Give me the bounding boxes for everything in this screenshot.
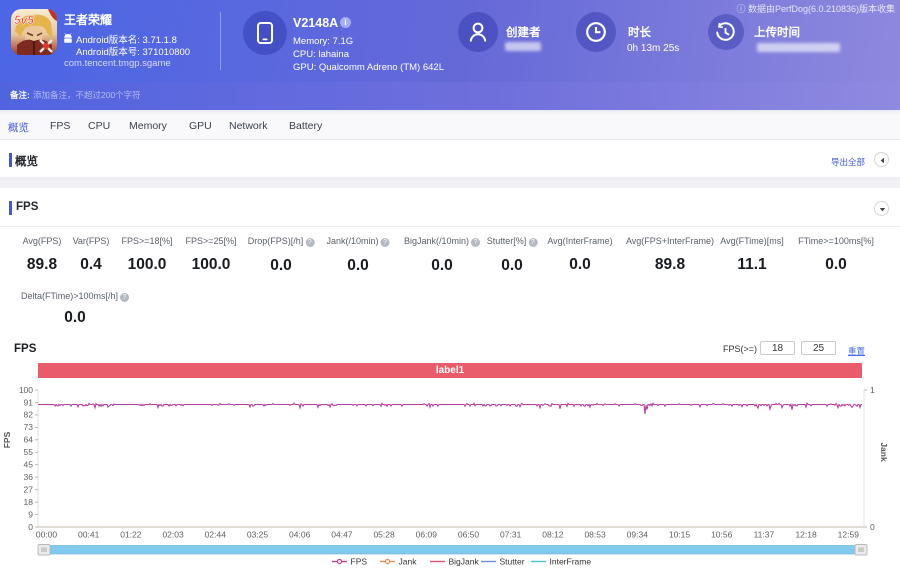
svg-text:06:09: 06:09 [416, 530, 438, 540]
svg-text:Stutter: Stutter [500, 557, 525, 567]
svg-text:08:12: 08:12 [542, 530, 564, 540]
svg-text:36: 36 [24, 472, 34, 482]
svg-text:03:25: 03:25 [247, 530, 269, 540]
svg-text:12:18: 12:18 [795, 530, 817, 540]
svg-text:11:37: 11:37 [754, 530, 775, 540]
svg-text:00:00: 00:00 [36, 530, 58, 540]
svg-text:05:28: 05:28 [373, 530, 395, 540]
svg-text:07:31: 07:31 [500, 530, 522, 540]
svg-text:12:59: 12:59 [838, 530, 860, 540]
svg-text:04:47: 04:47 [331, 530, 353, 540]
svg-text:5v5: 5v5 [14, 13, 34, 27]
svg-text:91: 91 [24, 397, 34, 407]
svg-text:02:44: 02:44 [205, 530, 227, 540]
svg-text:02:03: 02:03 [162, 530, 184, 540]
svg-text:BigJank: BigJank [449, 557, 480, 567]
svg-text:FPS: FPS [2, 431, 12, 448]
svg-text:73: 73 [24, 422, 34, 432]
svg-text:Jank: Jank [399, 557, 418, 567]
svg-text:82: 82 [24, 410, 34, 420]
svg-text:0: 0 [28, 522, 33, 532]
svg-text:0: 0 [870, 522, 875, 532]
svg-text:00:41: 00:41 [78, 530, 100, 540]
svg-text:01:22: 01:22 [120, 530, 142, 540]
svg-text:08:53: 08:53 [584, 530, 606, 540]
svg-text:18: 18 [24, 497, 34, 507]
svg-text:9: 9 [28, 509, 33, 519]
svg-text:10:15: 10:15 [669, 530, 691, 540]
svg-text:55: 55 [24, 447, 34, 457]
svg-text:FPS: FPS [351, 557, 368, 567]
svg-text:06:50: 06:50 [458, 530, 480, 540]
svg-text:100: 100 [19, 385, 33, 395]
svg-text:04:06: 04:06 [289, 530, 311, 540]
svg-text:1: 1 [870, 385, 875, 395]
svg-text:09:34: 09:34 [627, 530, 649, 540]
svg-text:27: 27 [24, 484, 34, 494]
svg-text:Jank: Jank [879, 442, 889, 462]
svg-text:45: 45 [24, 460, 34, 470]
svg-text:64: 64 [24, 435, 34, 445]
svg-text:10:56: 10:56 [711, 530, 733, 540]
svg-text:InterFrame: InterFrame [550, 557, 592, 567]
